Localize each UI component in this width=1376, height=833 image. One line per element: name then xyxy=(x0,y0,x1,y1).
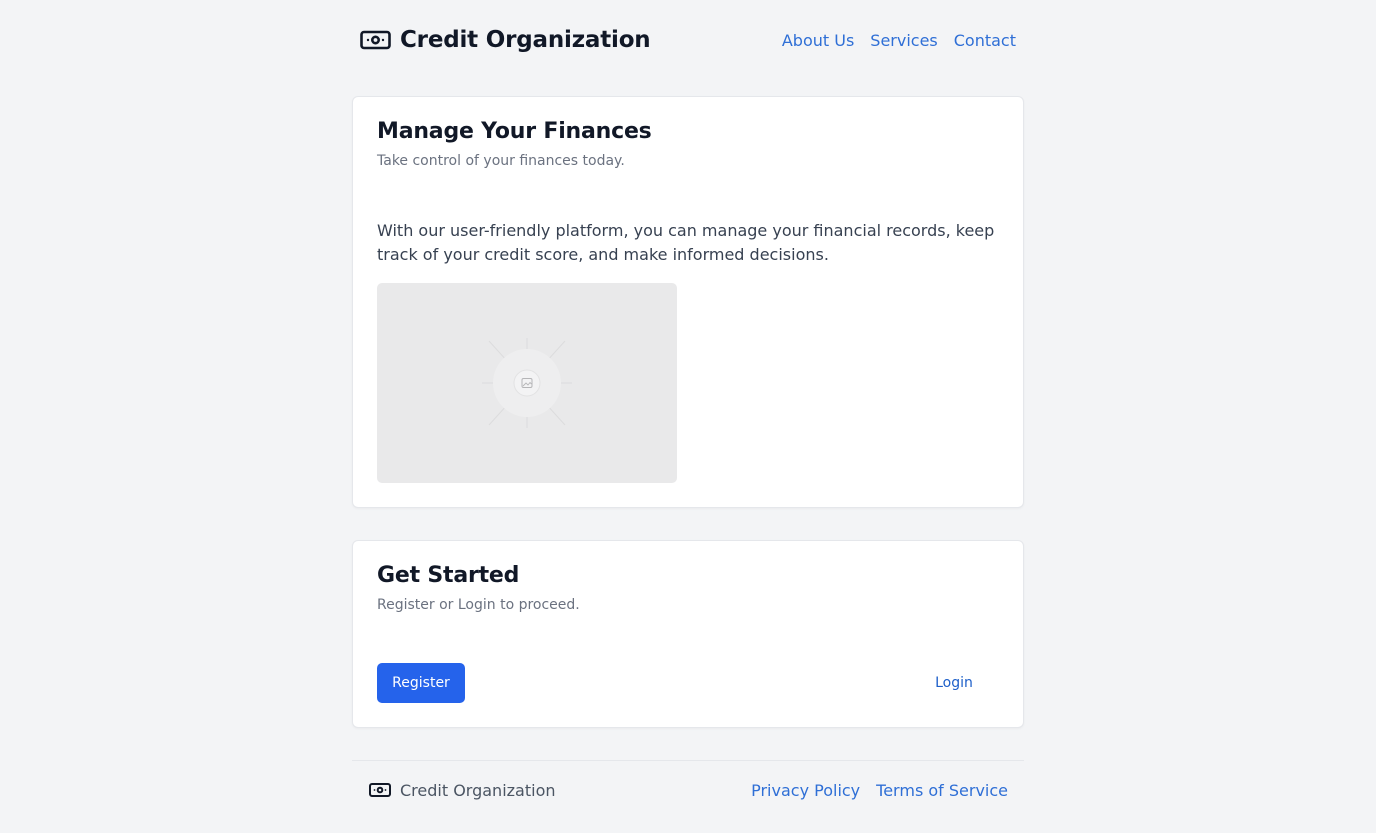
image-placeholder-icon xyxy=(377,283,677,483)
brand-title: Credit Organization xyxy=(400,27,651,53)
card-title: Manage Your Finances xyxy=(377,119,652,144)
get-started-card: Get Started Register or Login to proceed… xyxy=(352,540,1024,728)
site-footer: Credit Organization Privacy Policy Terms… xyxy=(352,772,1024,808)
banknote-icon xyxy=(360,29,391,51)
footer-link-privacy-policy[interactable]: Privacy Policy xyxy=(751,781,860,800)
manage-finances-card: Manage Your Finances Take control of you… xyxy=(352,96,1024,508)
card-title: Get Started xyxy=(377,563,520,588)
card-description: With our user-friendly platform, you can… xyxy=(377,221,995,264)
card-subtitle: Take control of your finances today. xyxy=(377,153,625,169)
banknote-icon xyxy=(369,782,391,798)
login-button[interactable]: Login xyxy=(909,663,999,703)
image-placeholder xyxy=(377,283,677,483)
nav-link-about-us[interactable]: About Us xyxy=(782,31,854,50)
footer-link-terms-of-service[interactable]: Terms of Service xyxy=(876,781,1008,800)
site-header: Credit Organization About Us Services Co… xyxy=(352,20,1024,60)
card-subtitle: Register or Login to proceed. xyxy=(377,597,580,613)
footer-brand-title: Credit Organization xyxy=(400,780,556,800)
main-nav: About Us Services Contact xyxy=(782,20,1016,60)
footer-links: Privacy Policy Terms of Service xyxy=(751,772,1008,808)
nav-link-services[interactable]: Services xyxy=(870,31,937,50)
footer-divider xyxy=(352,760,1024,761)
page: Credit Organization About Us Services Co… xyxy=(0,0,1376,833)
register-button[interactable]: Register xyxy=(377,663,465,703)
footer-brand: Credit Organization xyxy=(369,772,556,808)
nav-link-contact[interactable]: Contact xyxy=(954,31,1016,50)
brand[interactable]: Credit Organization xyxy=(360,20,651,60)
